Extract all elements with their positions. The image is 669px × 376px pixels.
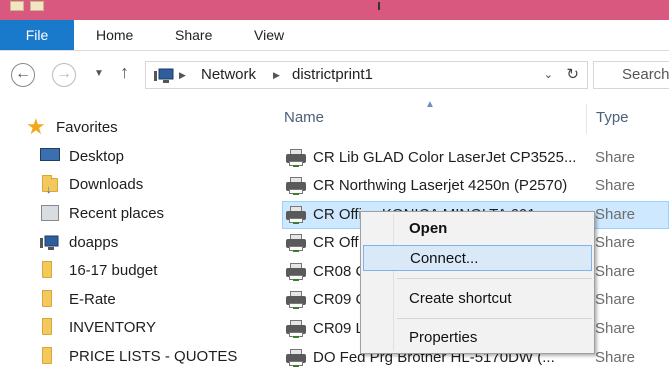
- menu-item-properties[interactable]: Properties: [363, 325, 592, 351]
- column-header-type[interactable]: Type: [596, 100, 629, 136]
- network-computer-icon: [40, 234, 60, 252]
- back-button[interactable]: ←: [11, 63, 35, 87]
- network-icon: [154, 68, 176, 84]
- folder-icon: [42, 290, 62, 311]
- recent-places-icon: [41, 205, 61, 223]
- network-printer-icon: [286, 349, 306, 367]
- title-bar-mark: [378, 2, 380, 10]
- folder-icon: [42, 347, 62, 368]
- network-printer-icon: [286, 206, 306, 224]
- breadcrumb-separator-icon[interactable]: ▶: [179, 62, 186, 88]
- network-printer-icon: [286, 234, 306, 252]
- item-type: Share: [595, 291, 636, 308]
- menu-item-create-shortcut[interactable]: Create shortcut: [363, 286, 592, 312]
- star-icon: ★: [26, 114, 46, 139]
- up-arrow-icon[interactable]: ↑: [120, 62, 129, 83]
- navigation-pane: ★ Favorites Desktop Downloads Recent pla…: [0, 100, 270, 376]
- address-dropdown-icon[interactable]: ⌄: [544, 62, 553, 88]
- menu-divider: [397, 278, 592, 279]
- quick-access-toolbar[interactable]: [10, 0, 70, 11]
- column-header-name[interactable]: Name: [284, 100, 324, 136]
- title-bar: [0, 0, 669, 20]
- address-bar[interactable]: ▶ Network ▶ districtprint1 ⌄ ↻: [145, 61, 588, 89]
- back-arrow-icon: ←: [15, 65, 31, 82]
- refresh-icon[interactable]: ↻: [566, 62, 579, 88]
- tab-file[interactable]: File: [0, 20, 74, 50]
- network-printer-icon: [286, 320, 306, 338]
- forward-button[interactable]: →: [52, 63, 76, 87]
- network-printer-icon: [286, 263, 306, 281]
- folder-icon: [42, 318, 62, 339]
- forward-arrow-icon: →: [56, 65, 72, 82]
- item-type: Share: [595, 149, 636, 166]
- tab-view[interactable]: View: [254, 20, 284, 50]
- item-type: Share: [595, 234, 636, 251]
- column-separator[interactable]: [586, 104, 587, 134]
- item-name: CR Lib GLAD Color LaserJet CP3525...: [313, 149, 577, 166]
- item-type: Share: [595, 349, 636, 366]
- desktop-icon: [40, 148, 60, 166]
- ribbon: File Home Share View: [0, 20, 669, 51]
- sort-ascending-icon: ▲: [425, 99, 435, 110]
- menu-divider: [397, 318, 592, 319]
- breadcrumb-network[interactable]: Network: [201, 62, 256, 88]
- address-row: ← → ▼ ↑ ▶ Network ▶ districtprint1 ⌄ ↻ S…: [0, 51, 669, 99]
- network-printer-icon: [286, 177, 306, 195]
- folder-icon: [42, 261, 62, 282]
- item-type: Share: [595, 206, 636, 223]
- menu-item-connect[interactable]: Connect...: [363, 245, 592, 271]
- item-type: Share: [595, 320, 636, 337]
- list-item[interactable]: CR Northwing Laserjet 4250n (P2570) Shar…: [282, 172, 669, 200]
- breadcrumb-districtprint1[interactable]: districtprint1: [292, 62, 373, 88]
- item-type: Share: [595, 177, 636, 194]
- tab-home[interactable]: Home: [96, 20, 133, 50]
- menu-item-open[interactable]: Open: [363, 216, 592, 242]
- downloads-folder-icon: [42, 175, 62, 203]
- tab-share[interactable]: Share: [175, 20, 212, 50]
- search-input[interactable]: Search: [593, 61, 669, 89]
- breadcrumb-separator-icon[interactable]: ▶: [273, 62, 280, 88]
- context-menu: Open Connect... Create shortcut Properti…: [360, 211, 595, 354]
- network-printer-icon: [286, 149, 306, 167]
- list-item[interactable]: CR Lib GLAD Color LaserJet CP3525... Sha…: [282, 144, 669, 172]
- network-printer-icon: [286, 291, 306, 309]
- recent-locations-dropdown-icon[interactable]: ▼: [94, 68, 104, 79]
- item-type: Share: [595, 263, 636, 280]
- item-name: CR Northwing Laserjet 4250n (P2570): [313, 177, 568, 194]
